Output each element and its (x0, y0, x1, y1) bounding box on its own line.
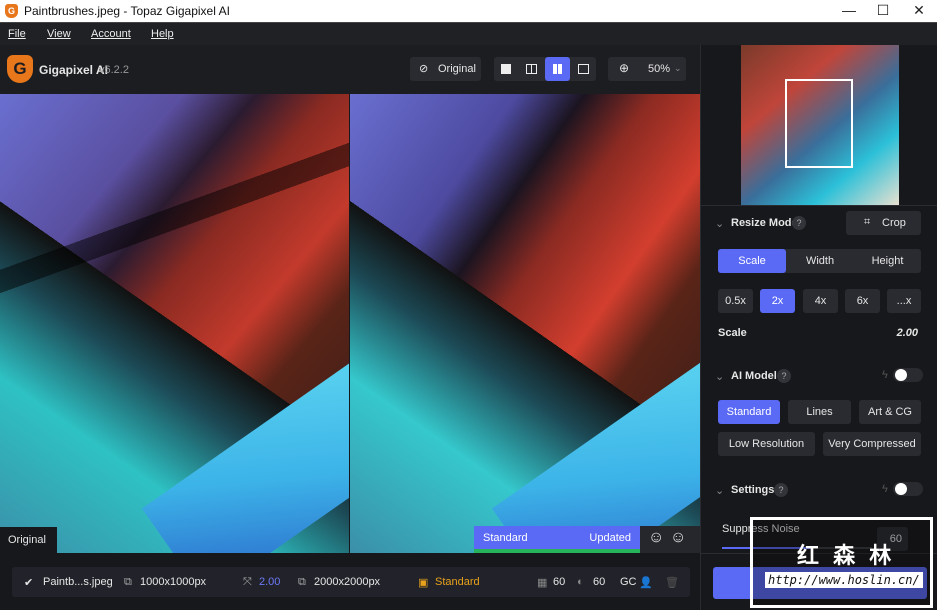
gigapixel-logo-icon: G (7, 55, 33, 83)
blur-value: 60 (593, 576, 606, 588)
help-icon[interactable]: ? (774, 483, 788, 497)
watermark-text: 红 森 林 (797, 543, 896, 568)
zoom-value: 50% (648, 63, 671, 75)
model-icon: ▣ (418, 577, 429, 589)
model-label: Standard (483, 532, 528, 544)
output-size-icon: ⧉ (298, 576, 306, 588)
scale-label: Scale (718, 327, 747, 339)
lightning-icon: ϟ (882, 369, 888, 381)
app-logo-icon: G (5, 4, 18, 18)
zoom-dropdown[interactable]: ⊕ 50% ⌄ (608, 57, 686, 81)
ai-model-auto-toggle[interactable] (893, 368, 923, 382)
watermark-url: http://www.hoslin.cn/ (765, 572, 923, 588)
scale-preset-4x[interactable]: 4x (803, 289, 838, 313)
model-very-compressed[interactable]: Very Compressed (823, 432, 921, 456)
crop-icon: ⌗ (864, 216, 871, 228)
scale-preset-custom[interactable]: ...x (887, 289, 921, 313)
model-low-resolution[interactable]: Low Resolution (718, 432, 815, 456)
eye-off-icon: ⊘ (419, 63, 429, 75)
side-by-side-view-button[interactable] (545, 57, 570, 81)
crop-button[interactable]: ⌗ Crop (846, 211, 921, 235)
gc-label: GC (620, 576, 637, 588)
grid-view-icon[interactable] (578, 64, 589, 74)
navigator-viewport[interactable] (785, 79, 853, 168)
model-status: Updated (589, 532, 631, 544)
menu-file[interactable]: File (8, 28, 26, 40)
menu-help[interactable]: Help (151, 28, 174, 40)
chevron-down-icon[interactable]: ⌄ (715, 217, 724, 230)
tab-height[interactable]: Height (854, 249, 921, 273)
menu-bar: File View Account Help (0, 22, 937, 45)
check-icon[interactable]: ✔ (24, 576, 33, 589)
toolbar: G Gigapixel AI v6.2.2 ⊘ Original ⊕ 50% ⌄ (0, 45, 700, 94)
brush-shape (491, 359, 700, 553)
file-status-row[interactable]: ✔ Paintb...s.jpeg ⧉ 1000x1000px ⤧ 2.00 ⧉… (12, 567, 690, 597)
original-preview-image[interactable]: Original (0, 94, 349, 553)
tab-scale[interactable]: Scale (718, 249, 786, 273)
menu-view[interactable]: View (47, 28, 71, 40)
view-mode-group (494, 57, 596, 81)
blur-icon: ◐ (577, 576, 584, 588)
settings-title: Settings (731, 484, 775, 496)
output-size: 2000x2000px (314, 576, 381, 588)
trash-icon[interactable]: 🗑 (665, 576, 679, 589)
scale-icon: ⤧ (243, 576, 252, 588)
scale-value: 2.00 (259, 576, 281, 588)
menu-account[interactable]: Account (91, 28, 131, 40)
model-art-cg[interactable]: Art & CG (859, 400, 921, 424)
settings-auto-toggle[interactable] (893, 482, 923, 496)
model-standard[interactable]: Standard (718, 400, 780, 424)
original-toggle-button[interactable]: ⊘ Original (410, 57, 481, 81)
ai-model-title: AI Model (731, 370, 777, 382)
app-name: Gigapixel AI (39, 63, 108, 77)
maximize-button[interactable]: ☐ (868, 2, 898, 20)
face-recovery-icon[interactable]: 👤 (639, 576, 653, 589)
noise-icon: ▦ (537, 577, 548, 589)
app-version: v6.2.2 (99, 64, 129, 76)
model-name: Standard (435, 576, 480, 588)
window-title: Paintbrushes.jpeg - Topaz Gigapixel AI (24, 4, 230, 18)
chevron-down-icon[interactable]: ⌄ (715, 370, 724, 383)
zoom-icon: ⊕ (619, 61, 630, 75)
lightning-icon: ϟ (882, 483, 888, 495)
input-size-icon: ⧉ (124, 576, 132, 588)
resize-tabs: Scale Width Height (718, 249, 921, 273)
tab-width[interactable]: Width (786, 249, 854, 273)
scale-preset-2x[interactable]: 2x (760, 289, 795, 313)
crop-label: Crop (882, 217, 906, 229)
minimize-button[interactable]: — (834, 2, 864, 20)
model-lines[interactable]: Lines (788, 400, 851, 424)
split-view-icon[interactable] (526, 64, 537, 74)
title-bar: G Paintbrushes.jpeg - Topaz Gigapixel AI… (0, 0, 937, 22)
scale-preset-0.5x[interactable]: 0.5x (718, 289, 753, 313)
original-label: Original (438, 63, 476, 75)
original-label: Original (8, 534, 46, 546)
file-name: Paintb...s.jpeg (43, 576, 113, 588)
scale-preset-6x[interactable]: 6x (845, 289, 880, 313)
noise-value: 60 (553, 576, 566, 588)
model-status-banner: Standard Updated (474, 526, 640, 553)
brush-shape (141, 359, 349, 553)
smile-feedback-icon[interactable]: ☺ (648, 529, 664, 547)
enhanced-preview-image[interactable] (350, 94, 700, 553)
navigator-thumbnail[interactable] (741, 45, 899, 205)
side-by-side-icon (553, 64, 562, 74)
chevron-down-icon[interactable]: ⌄ (715, 484, 724, 497)
chevron-down-icon: ⌄ (674, 63, 682, 73)
help-icon[interactable]: ? (777, 369, 791, 383)
watermark: 红 森 林 http://www.hoslin.cn/ (750, 517, 933, 608)
neutral-feedback-icon[interactable]: ☺ (670, 529, 686, 547)
close-button[interactable]: ✕ (904, 2, 934, 20)
input-size: 1000x1000px (140, 576, 207, 588)
single-view-icon[interactable] (501, 64, 511, 74)
scale-value[interactable]: 2.00 (897, 327, 918, 339)
help-icon[interactable]: ? (792, 216, 806, 230)
resize-mode-title: Resize Mode (731, 217, 798, 229)
